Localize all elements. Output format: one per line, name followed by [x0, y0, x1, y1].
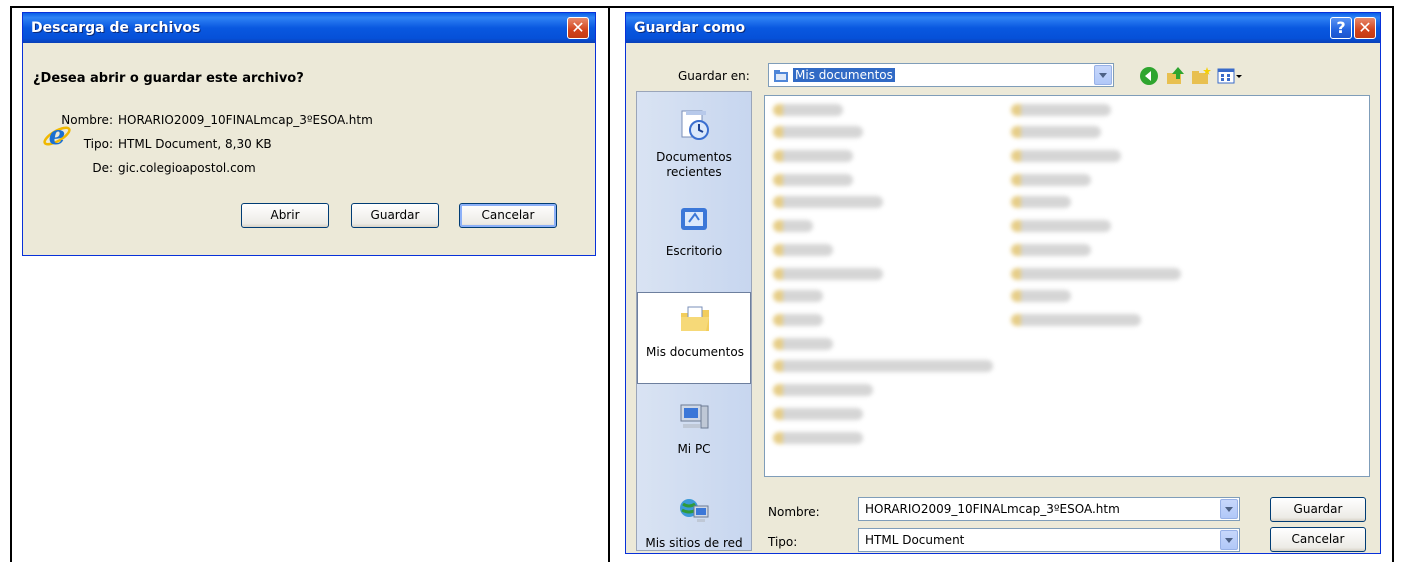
frame-right-border [1392, 6, 1394, 562]
place-label: Mis sitios de red [645, 536, 743, 550]
place-my-computer[interactable]: Mi PC [637, 390, 751, 482]
save-in-value: Mis documentos [793, 68, 895, 82]
filetype-combo[interactable]: HTML Document [858, 528, 1240, 552]
list-item[interactable] [773, 290, 823, 302]
file-type-label: Tipo: [83, 137, 113, 151]
list-item[interactable] [773, 408, 863, 420]
list-item[interactable] [773, 314, 823, 326]
place-label: Mis documentos [646, 345, 744, 359]
list-item[interactable] [773, 384, 873, 396]
place-my-documents[interactable]: Mis documentos [637, 292, 751, 384]
file-source-value: gic.colegioapostol.com [118, 161, 256, 175]
close-icon[interactable]: ✕ [1354, 17, 1376, 39]
save-in-combo[interactable]: Mis documentos [768, 63, 1114, 87]
folder-icon [774, 70, 788, 82]
save-as-dialog: Guardar como ? ✕ Guardar en: Mis documen… [625, 12, 1381, 554]
file-name-row: Nombre: HORARIO2009_10FINALmcap_3ºESOA.ht… [23, 113, 373, 127]
place-label: Documentos recientes [656, 150, 732, 179]
list-item[interactable] [773, 220, 813, 232]
my-documents-icon [681, 306, 709, 331]
file-name-value: HORARIO2009_10FINALmcap_3ºESOA.htm [118, 113, 373, 127]
help-icon[interactable]: ? [1330, 17, 1352, 39]
back-icon[interactable] [1138, 65, 1160, 87]
up-folder-icon[interactable] [1164, 65, 1186, 87]
list-item[interactable] [773, 174, 853, 186]
list-item[interactable] [1011, 104, 1111, 116]
download-dialog-titlebar[interactable]: Descarga de archivos ✕ [23, 13, 595, 43]
list-item[interactable] [773, 126, 863, 138]
download-dialog-title: Descarga de archivos [31, 20, 201, 36]
places-bar: Documentos recientes Escritorio Mis docu… [636, 91, 752, 551]
frame-left-border [10, 6, 12, 562]
save-as-dialog-title: Guardar como [634, 20, 746, 36]
list-item[interactable] [773, 196, 883, 208]
place-label: Mi PC [677, 442, 711, 456]
list-item[interactable] [773, 432, 863, 444]
save-button[interactable]: Guardar [351, 203, 439, 228]
save-button[interactable]: Guardar [1270, 497, 1366, 522]
list-item[interactable] [1011, 174, 1091, 186]
list-item[interactable] [1011, 268, 1181, 280]
frame-divider [608, 6, 610, 562]
list-item[interactable] [773, 244, 833, 256]
filename-combo[interactable]: HORARIO2009_10FINALmcap_3ºESOA.htm [858, 497, 1240, 521]
file-type-value: HTML Document, 8,30 KB [118, 137, 272, 151]
network-places-icon [680, 499, 709, 522]
list-item[interactable] [773, 150, 853, 162]
download-dialog: Descarga de archivos ✕ ¿Desea abrir o gu… [22, 12, 596, 256]
place-network[interactable]: Mis sitios de red [637, 484, 751, 576]
place-desktop[interactable]: Escritorio [637, 192, 751, 284]
cancel-button[interactable]: Cancelar [1270, 527, 1366, 552]
list-item[interactable] [773, 268, 883, 280]
save-in-label: Guardar en: [678, 69, 750, 83]
chevron-down-icon[interactable] [1220, 499, 1238, 519]
chevron-down-icon[interactable] [1220, 530, 1238, 550]
list-item[interactable] [1011, 196, 1071, 208]
list-item[interactable] [773, 338, 833, 350]
place-recent-documents[interactable]: Documentos recientes [637, 98, 751, 190]
close-icon[interactable]: ✕ [567, 17, 589, 39]
list-item[interactable] [1011, 126, 1101, 138]
filename-input[interactable]: HORARIO2009_10FINALmcap_3ºESOA.htm [865, 502, 1120, 516]
file-name-label: Nombre: [61, 113, 113, 127]
chevron-down-icon[interactable] [1094, 65, 1112, 85]
file-type-row: Tipo: HTML Document, 8,30 KB [23, 137, 272, 151]
filetype-label: Tipo: [768, 535, 798, 549]
list-item[interactable] [773, 360, 993, 372]
filename-label: Nombre: [768, 505, 820, 519]
file-source-label: De: [92, 161, 113, 175]
file-source-row: De: gic.colegioapostol.com [23, 161, 256, 175]
view-menu-icon[interactable] [1216, 65, 1244, 87]
frame-top-border [10, 6, 1394, 8]
place-label: Escritorio [665, 244, 723, 258]
filetype-value: HTML Document [865, 533, 965, 547]
new-folder-icon[interactable] [1190, 65, 1212, 87]
list-item[interactable] [1011, 290, 1071, 302]
desktop-icon [681, 208, 707, 230]
list-item[interactable] [773, 104, 843, 116]
save-as-dialog-titlebar[interactable]: Guardar como ? ✕ [626, 13, 1380, 43]
open-button[interactable]: Abrir [241, 203, 329, 228]
file-list[interactable] [764, 95, 1370, 477]
download-question: ¿Desea abrir o guardar este archivo? [33, 71, 304, 86]
recent-documents-icon [681, 110, 709, 140]
cancel-button[interactable]: Cancelar [459, 203, 557, 228]
my-computer-icon [680, 404, 709, 429]
list-item[interactable] [1011, 314, 1141, 326]
list-item[interactable] [1011, 220, 1111, 232]
list-item[interactable] [1011, 150, 1121, 162]
list-item[interactable] [1011, 244, 1091, 256]
